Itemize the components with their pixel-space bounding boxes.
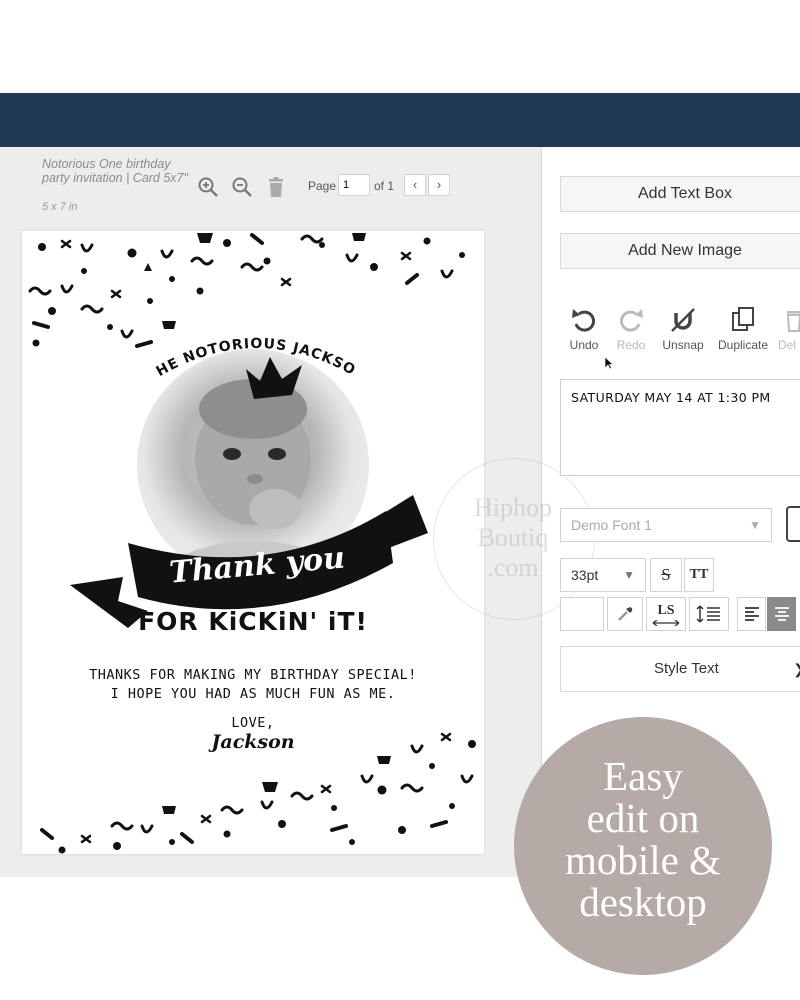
add-new-image-button[interactable]: Add New Image [560,233,800,269]
message-line-1: THANKS FOR MAKING MY BIRTHDAY SPECIAL! [89,667,417,683]
zoom-in-icon[interactable] [196,175,220,199]
line-height-button[interactable] [689,597,729,631]
cursor-icon [604,356,614,370]
trash-icon[interactable] [264,175,288,199]
undo-icon [572,309,595,332]
unsnap-button[interactable]: Unsnap [653,305,713,352]
duplicate-button[interactable]: Duplicate [713,305,773,352]
delete-button[interactable]: Del [767,305,800,352]
badge-line-1: Easy [603,753,683,799]
chevron-down-icon: ▼ [749,518,761,532]
align-left-button[interactable] [737,597,766,631]
unsnap-icon [671,308,695,332]
eyedropper-icon [618,607,633,621]
badge-line-3: mobile & [564,837,721,883]
delete-icon [786,311,800,332]
chevron-down-icon: ▼ [623,568,635,582]
font-size-value: 33pt [571,567,599,583]
delete-label: Del [778,338,797,352]
document-size: 5 x 7 in [42,201,78,213]
font-size-select[interactable]: 33pt ▼ [560,558,646,592]
color-input[interactable] [560,597,604,631]
confetti-bottom-pattern [40,732,476,854]
text-content-field[interactable]: SATURDAY MAY 14 AT 1:30 PM [560,379,800,476]
style-text-toggle[interactable]: Style Text ❯ [560,646,800,692]
strikethrough-button[interactable]: S [650,558,682,592]
align-left-icon [744,607,759,621]
arrows-horizontal-icon [652,620,680,626]
redo-label: Redo [616,338,646,352]
redo-icon [620,309,643,332]
top-nav-bar [0,93,800,147]
page-number-input[interactable] [338,174,370,196]
all-caps-button[interactable]: TT [684,558,714,592]
page-count: of 1 [374,179,395,193]
align-center-icon [774,607,789,621]
unsnap-label: Unsnap [662,338,704,352]
style-text-label: Style Text [654,660,719,677]
font-color-swatch[interactable] [786,506,800,542]
chevron-down-icon: ❯ [793,647,800,691]
eyedropper-button[interactable] [607,597,643,631]
zoom-out-icon[interactable] [230,175,254,199]
card-canvas[interactable]: THE NOTORIOUS JACKSON Thank you FOR KiCK… [22,231,484,854]
badge-line-4: desktop [579,879,707,925]
next-page-button[interactable]: › [428,174,450,196]
headline: FOR KiCKiN' iT! [138,607,368,636]
letter-spacing-label: LS [657,603,675,618]
letter-spacing-button[interactable]: LS [646,597,686,631]
document-title: Notorious One birthday party invitation … [42,157,188,185]
message-line-2: I HOPE YOU HAD AS MUCH FUN AS ME. [110,686,396,702]
duplicate-label: Duplicate [717,338,769,352]
font-select-value: Demo Font 1 [571,517,652,533]
align-center-button[interactable] [767,597,796,631]
badge-line-2: edit on [586,795,700,841]
line-height-icon [696,605,720,623]
crown-icon [246,357,302,399]
prev-page-button[interactable]: ‹ [404,174,426,196]
font-select[interactable]: Demo Font 1 ▼ [560,508,772,542]
redo-button[interactable]: Redo [601,305,661,352]
duplicate-icon [732,307,754,331]
page-label: Page [308,179,337,193]
add-text-box-button[interactable]: Add Text Box [560,176,800,212]
